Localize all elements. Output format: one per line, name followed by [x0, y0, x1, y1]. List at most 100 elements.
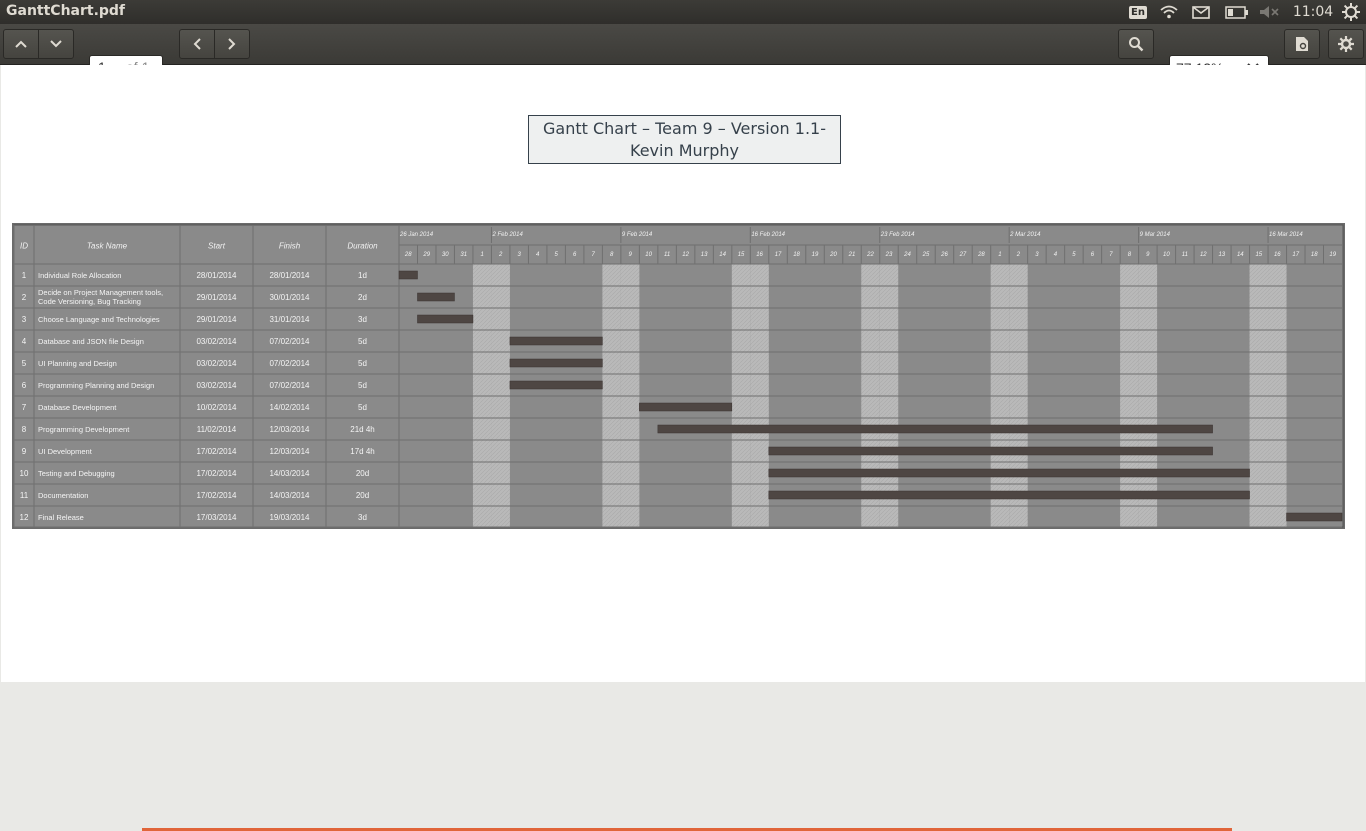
task-id: 3 [22, 315, 27, 324]
day-label: 22 [866, 252, 874, 258]
next-page-button[interactable] [38, 30, 73, 58]
task-bar [417, 314, 474, 324]
day-label: 11 [1182, 252, 1188, 258]
task-id: 2 [22, 293, 27, 302]
day-label: 26 [940, 252, 948, 258]
task-name: Programming Development [38, 425, 130, 434]
task-name: Database Development [38, 403, 117, 412]
search-button[interactable] [1118, 29, 1154, 59]
top-panel: GanttChart.pdf En 11:04 [0, 0, 1366, 24]
forward-button[interactable] [214, 30, 249, 58]
day-label: 31 [460, 252, 467, 258]
history-navigation [179, 29, 250, 59]
day-label: 1 [998, 252, 1001, 258]
settings-button[interactable] [1328, 29, 1364, 59]
task-start: 10/02/2014 [196, 403, 237, 412]
task-id: 11 [20, 491, 29, 500]
gantt-chart: ID Task Name Start Finish Duration 26 Jan 201… [12, 223, 1345, 529]
task-id: 8 [22, 425, 27, 434]
task-duration: 3d [358, 315, 367, 324]
task-bar [509, 336, 603, 346]
volume-muted-icon[interactable] [1258, 0, 1280, 24]
task-start: 17/03/2014 [196, 513, 237, 522]
week-label: 23 Feb 2014 [880, 232, 915, 238]
chart-title-line2: Kevin Murphy [630, 141, 739, 160]
week-label: 16 Feb 2014 [751, 232, 785, 238]
task-finish: 14/03/2014 [269, 469, 310, 478]
day-label: 21 [848, 252, 856, 258]
task-start: 11/02/2014 [197, 425, 237, 434]
task-finish: 19/03/2014 [269, 513, 310, 522]
day-label: 25 [922, 252, 930, 258]
task-start: 28/01/2014 [196, 271, 237, 280]
previous-page-button[interactable] [4, 30, 38, 58]
chevron-down-icon [50, 40, 62, 48]
day-label: 13 [701, 252, 708, 258]
day-label: 11 [664, 252, 670, 258]
task-start: 17/02/2014 [196, 491, 237, 500]
task-id: 5 [22, 359, 27, 368]
envelope-icon[interactable] [1190, 0, 1212, 24]
day-label: 13 [1218, 252, 1225, 258]
week-label: 2 Feb 2014 [491, 232, 523, 238]
day-label: 2 [1016, 252, 1021, 258]
task-finish: 30/01/2014 [269, 293, 310, 302]
document-view[interactable]: Gantt Chart – Team 9 – Version 1.1- Kevi… [0, 65, 1366, 831]
back-button[interactable] [180, 30, 214, 58]
day-label: 17 [775, 252, 782, 258]
task-duration: 1d [358, 271, 367, 280]
task-start: 17/02/2014 [196, 447, 237, 456]
task-finish: 31/01/2014 [269, 315, 310, 324]
task-duration: 17d 4h [350, 447, 374, 456]
task-duration: 3d [358, 513, 367, 522]
task-duration: 20d [356, 491, 369, 500]
task-duration: 5d [358, 337, 367, 346]
task-id: 6 [22, 381, 27, 390]
task-bar [509, 380, 603, 390]
clock[interactable]: 11:04 [1288, 0, 1338, 24]
document-icon [1296, 37, 1308, 51]
day-label: 19 [1329, 252, 1336, 258]
task-duration: 2d [358, 293, 367, 302]
gantt-chart-svg: ID Task Name Start Finish Duration 26 Jan 201… [13, 224, 1344, 528]
day-label: 23 [885, 252, 893, 258]
day-label: 17 [1292, 252, 1299, 258]
task-id: 9 [22, 447, 27, 456]
task-duration: 5d [358, 381, 367, 390]
document-properties-button[interactable] [1284, 29, 1320, 59]
day-label: 27 [959, 252, 967, 258]
week-label: 9 Feb 2014 [622, 232, 653, 238]
task-bar [509, 358, 603, 368]
chart-title-box: Gantt Chart – Team 9 – Version 1.1- Kevi… [528, 115, 841, 164]
battery-icon[interactable] [1224, 0, 1250, 24]
week-label: 16 Mar 2014 [1269, 232, 1303, 238]
week-label: 26 Jan 2014 [399, 232, 434, 238]
day-label: 16 [1274, 252, 1281, 258]
pdf-page: Gantt Chart – Team 9 – Version 1.1- Kevi… [1, 65, 1365, 682]
chevron-up-icon [15, 40, 27, 48]
task-name: Choose Language and Technologies [38, 315, 160, 324]
column-header: Task Name [87, 242, 128, 251]
task-bar [657, 424, 1213, 434]
day-label: 14 [719, 252, 726, 258]
page-navigation-updown [3, 29, 74, 59]
day-label: 16 [756, 252, 763, 258]
task-finish: 07/02/2014 [269, 337, 310, 346]
chevron-left-icon [193, 38, 201, 50]
column-header: ID [20, 242, 28, 251]
task-id: 1 [22, 271, 27, 280]
search-icon [1129, 37, 1144, 52]
day-label: 12 [682, 252, 689, 258]
task-bar [768, 468, 1250, 478]
week-label: 2 Mar 2014 [1009, 232, 1041, 238]
task-bar [398, 270, 418, 280]
gear-power-icon[interactable] [1340, 0, 1362, 24]
task-finish: 07/02/2014 [269, 359, 310, 368]
task-start: 03/02/2014 [196, 381, 237, 390]
task-finish: 12/03/2014 [269, 425, 310, 434]
wifi-icon[interactable] [1158, 0, 1180, 24]
keyboard-layout-indicator[interactable]: En [1127, 0, 1149, 24]
day-label: 12 [1200, 252, 1207, 258]
keyboard-layout-label: En [1129, 5, 1147, 19]
task-start: 17/02/2014 [196, 469, 237, 478]
